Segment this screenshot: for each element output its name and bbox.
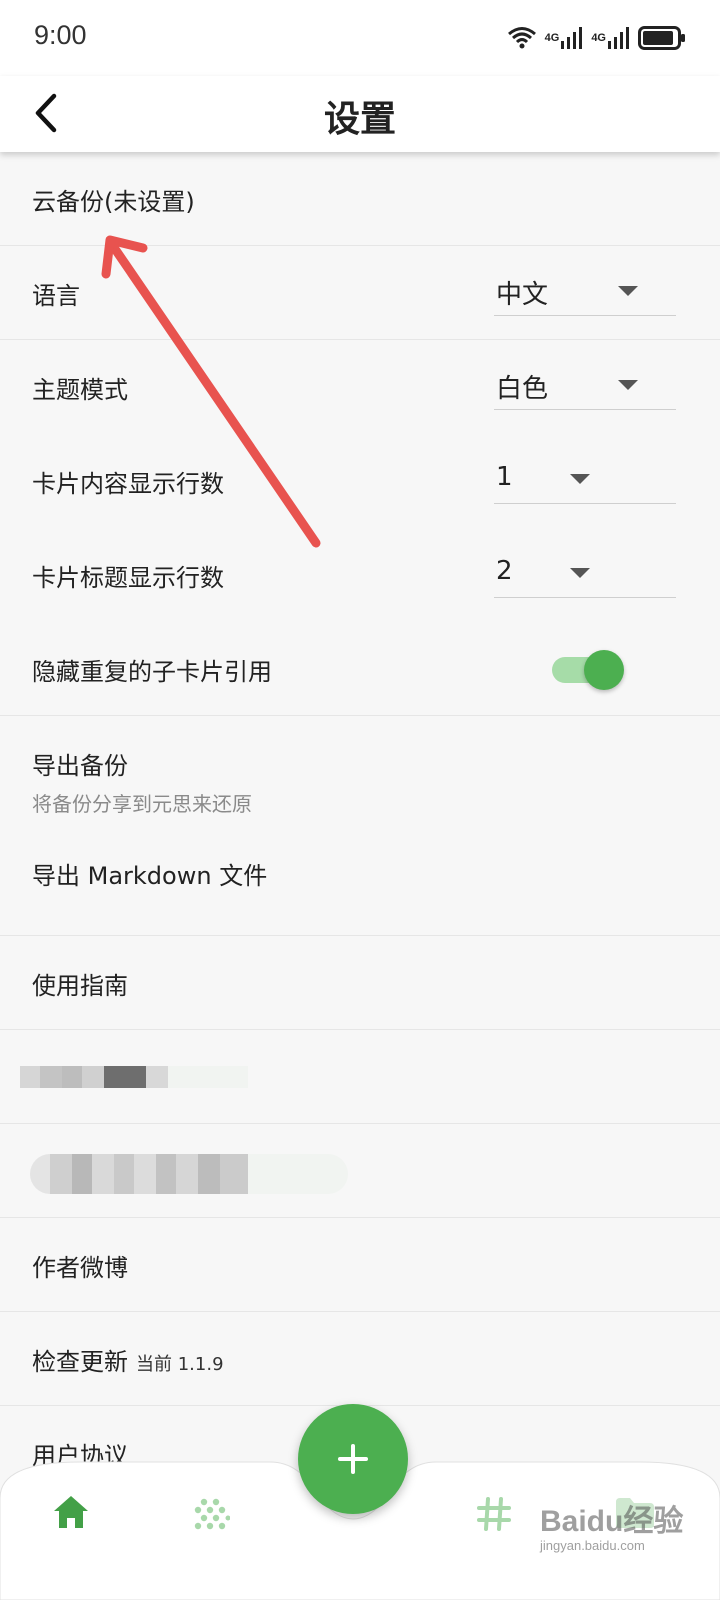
status-icons: 4G 4G xyxy=(507,22,686,54)
wifi-icon xyxy=(507,27,536,49)
card-title-lines-value: 2 xyxy=(496,556,513,586)
signal-2: 4G xyxy=(591,27,630,49)
toggle-knob xyxy=(584,650,624,690)
signal-bars-icon xyxy=(561,27,583,49)
setting-cloud-backup[interactable]: 云备份(未设置) xyxy=(0,152,720,246)
setting-guide[interactable]: 使用指南 xyxy=(0,936,720,1030)
baidu-jingyan-watermark: Baidu经验 jingyan.baidu.com xyxy=(540,1496,683,1553)
watermark-main: Baidu经验 xyxy=(540,1505,684,1538)
setting-theme: 主题模式 白色 xyxy=(0,340,720,434)
status-bar: 9:00 4G 4G xyxy=(0,0,720,76)
setting-redacted-1[interactable] xyxy=(0,1030,720,1124)
hide-duplicate-label: 隐藏重复的子卡片引用 xyxy=(32,658,272,686)
watermark-sub: jingyan.baidu.com xyxy=(540,1538,645,1553)
language-value: 中文 xyxy=(496,280,549,310)
setting-hide-duplicate: 隐藏重复的子卡片引用 xyxy=(0,622,720,716)
redacted-content xyxy=(30,1154,348,1194)
theme-dropdown[interactable]: 白色 xyxy=(494,362,676,410)
setting-language: 语言 中文 xyxy=(0,246,720,340)
check-update-label: 检查更新 当前 1.1.9 xyxy=(32,1342,224,1377)
home-icon[interactable] xyxy=(52,1494,90,1530)
cloud-backup-label: 云备份(未设置) xyxy=(32,188,195,216)
card-title-lines-label: 卡片标题显示行数 xyxy=(32,564,224,592)
card-content-lines-label: 卡片内容显示行数 xyxy=(32,470,224,498)
card-content-lines-value: 1 xyxy=(496,462,513,492)
theme-value: 白色 xyxy=(496,374,549,404)
plus-icon xyxy=(338,1444,368,1474)
export-backup-label: 导出备份 xyxy=(32,752,128,780)
export-markdown-label: 导出 Markdown 文件 xyxy=(32,862,268,890)
settings-list: 云备份(未设置) 语言 中文 主题模式 白色 卡片内容显示行数 1 卡片标题显示… xyxy=(0,152,720,1500)
setting-card-content-lines: 卡片内容显示行数 1 xyxy=(0,434,720,528)
caret-down-icon xyxy=(618,380,638,390)
language-label: 语言 xyxy=(32,282,80,310)
export-backup-subtitle: 将备份分享到元思来还原 xyxy=(32,792,252,816)
theme-label: 主题模式 xyxy=(32,376,128,404)
dots-pattern-icon[interactable] xyxy=(194,1496,230,1532)
check-update-text: 检查更新 xyxy=(32,1348,128,1376)
signal-1: 4G xyxy=(545,27,584,49)
setting-export-markdown[interactable]: 导出 Markdown 文件 xyxy=(0,842,720,936)
guide-label: 使用指南 xyxy=(32,972,128,1000)
card-title-lines-dropdown[interactable]: 2 xyxy=(494,550,676,598)
page-title: 设置 xyxy=(323,99,396,140)
redacted-content xyxy=(20,1066,248,1088)
setting-redacted-2[interactable] xyxy=(0,1124,720,1218)
language-dropdown[interactable]: 中文 xyxy=(494,268,676,316)
caret-down-icon xyxy=(570,568,590,578)
network-type-1: 4G xyxy=(544,31,560,44)
network-type-2: 4G xyxy=(591,31,606,44)
hide-duplicate-toggle[interactable] xyxy=(552,650,624,690)
add-button[interactable] xyxy=(298,1404,408,1514)
app-bar: 设置 xyxy=(0,76,720,152)
setting-check-update[interactable]: 检查更新 当前 1.1.9 xyxy=(0,1312,720,1406)
setting-author-weibo[interactable]: 作者微博 xyxy=(0,1218,720,1312)
setting-card-title-lines: 卡片标题显示行数 2 xyxy=(0,528,720,622)
setting-export-backup[interactable]: 导出备份 将备份分享到元思来还原 xyxy=(0,716,720,842)
caret-down-icon xyxy=(618,286,638,296)
author-weibo-label: 作者微博 xyxy=(32,1254,128,1282)
hashtag-icon[interactable] xyxy=(476,1496,512,1532)
card-content-lines-dropdown[interactable]: 1 xyxy=(494,456,676,504)
battery-icon xyxy=(638,26,685,50)
current-version: 当前 1.1.9 xyxy=(136,1354,224,1375)
signal-bars-icon xyxy=(608,27,629,49)
status-time: 9:00 xyxy=(34,20,87,50)
caret-down-icon xyxy=(570,474,590,484)
